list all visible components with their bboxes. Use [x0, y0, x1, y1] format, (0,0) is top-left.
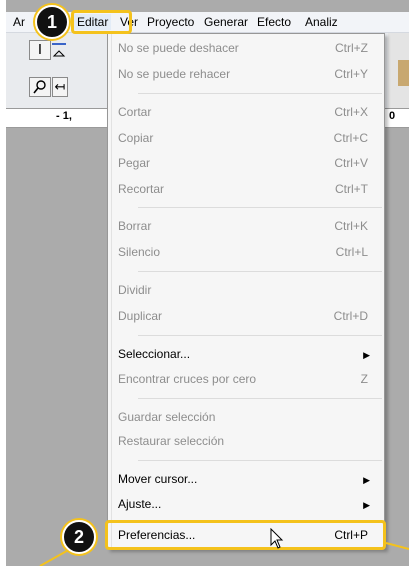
menu-item-label: Restaurar selección: [118, 434, 225, 448]
menu-item-copy[interactable]: Copiar Ctrl+C: [112, 128, 382, 150]
menu-item-label: Dividir: [118, 283, 152, 297]
menu-efecto[interactable]: Efecto: [254, 14, 294, 30]
menu-item-label: Pegar: [118, 156, 151, 170]
submenu-arrow-icon: ▶: [363, 350, 370, 360]
meter-graphic: [398, 60, 409, 86]
menu-item-silence[interactable]: Silencio Ctrl+L: [112, 242, 382, 264]
menu-item-shortcut: Ctrl+T: [335, 182, 368, 196]
zoom-tool-button[interactable]: [29, 77, 51, 97]
timeshift-tool-button[interactable]: ↤: [52, 77, 68, 97]
menu-item-label: Silencio: [118, 245, 161, 259]
menu-generar[interactable]: Generar: [201, 14, 251, 30]
menu-item-cut[interactable]: Cortar Ctrl+X: [112, 102, 382, 124]
menu-item-select[interactable]: Seleccionar... ▶: [112, 344, 382, 366]
menu-item-move-cursor[interactable]: Mover cursor... ▶: [112, 469, 382, 491]
menu-item-shortcut: Ctrl+D: [333, 309, 368, 323]
magnifier-icon: [33, 80, 46, 94]
menu-item-label: Mover cursor...: [118, 472, 198, 486]
menu-item-restore-selection[interactable]: Restaurar selección: [112, 431, 382, 453]
mouse-pointer-icon: [270, 528, 284, 549]
menu-item-save-selection[interactable]: Guardar selección: [112, 407, 382, 429]
menu-separator: [138, 271, 382, 272]
menu-item-shortcut: Ctrl+L: [335, 245, 368, 259]
menu-item-paste[interactable]: Pegar Ctrl+V: [112, 153, 382, 175]
step-2-badge: 2: [62, 520, 96, 554]
menu-proyecto[interactable]: Proyecto: [144, 14, 197, 30]
menu-item-snap[interactable]: Ajuste... ▶: [112, 494, 382, 516]
menu-item-label: Borrar: [118, 219, 152, 233]
menu-item-undo[interactable]: No se puede deshacer Ctrl+Z: [112, 38, 382, 60]
menu-item-redo[interactable]: No se puede rehacer Ctrl+Y: [112, 64, 382, 86]
menu-item-delete[interactable]: Borrar Ctrl+K: [112, 216, 382, 238]
menu-item-shortcut: Ctrl+V: [334, 156, 368, 170]
arrow-icon: ↤: [54, 79, 66, 94]
menu-item-find-zero-crossings[interactable]: Encontrar cruces por cero Z: [112, 369, 382, 391]
menu-item-shortcut: Ctrl+K: [334, 219, 368, 233]
menu-item-label: Copiar: [118, 131, 154, 145]
menu-item-label: No se puede rehacer: [118, 67, 231, 81]
submenu-arrow-icon: ▶: [363, 500, 370, 510]
submenu-arrow-icon: ▶: [363, 475, 370, 485]
menu-item-label: Encontrar cruces por cero: [118, 372, 257, 386]
menu-item-label: Recortar: [118, 182, 165, 196]
menu-item-split[interactable]: Dividir: [112, 280, 382, 302]
ruler-label-left: - 1,: [56, 110, 72, 122]
menu-item-label: No se puede deshacer: [118, 41, 239, 55]
menu-separator: [138, 207, 382, 208]
selection-tool-button[interactable]: I: [29, 40, 51, 60]
text-cursor-icon: I: [37, 41, 43, 58]
menu-item-label: Guardar selección: [118, 410, 216, 424]
menu-item-label: Seleccionar...: [118, 347, 191, 361]
ruler-label-right: 0: [389, 110, 396, 122]
edit-menu-dropdown: No se puede deshacer Ctrl+Z No se puede …: [107, 33, 385, 549]
envelope-icon: [52, 43, 66, 57]
menu-item-label: Duplicar: [118, 309, 163, 323]
menu-item-shortcut: Z: [360, 372, 368, 386]
menu-item-label: Cortar: [118, 105, 152, 119]
menu-separator: [138, 93, 382, 94]
menu-analizar[interactable]: Analiz: [302, 14, 341, 30]
menu-item-shortcut: Ctrl+Z: [335, 41, 368, 55]
menu-item-shortcut: Ctrl+Y: [334, 67, 368, 81]
menu-item-shortcut: Ctrl+C: [333, 131, 368, 145]
menu-item-label: Ajuste...: [118, 497, 162, 511]
menu-separator: [138, 460, 382, 461]
menu-item-trim[interactable]: Recortar Ctrl+T: [112, 179, 382, 201]
menu-separator: [138, 335, 382, 336]
preferences-highlight-box: [105, 520, 386, 550]
menu-item-duplicate[interactable]: Duplicar Ctrl+D: [112, 306, 382, 328]
envelope-tool-button[interactable]: [52, 40, 66, 60]
menu-item-shortcut: Ctrl+X: [334, 105, 368, 119]
step-1-badge: 1: [35, 5, 69, 39]
menu-archivo[interactable]: Ar: [10, 14, 28, 30]
editar-highlight-box: [71, 10, 132, 34]
menu-separator: [138, 398, 382, 399]
